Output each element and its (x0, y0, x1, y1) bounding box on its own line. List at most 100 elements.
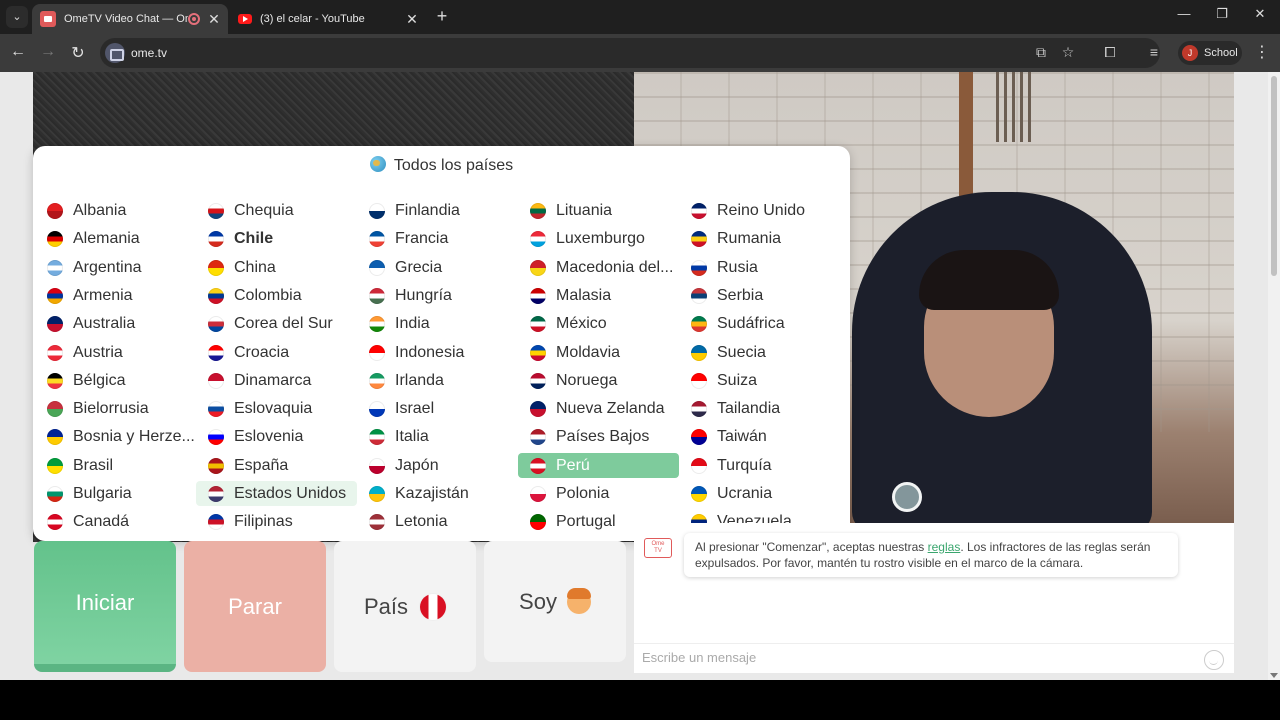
country-option[interactable]: Suecia (679, 340, 840, 365)
country-option[interactable]: Italia (357, 424, 518, 449)
country-option[interactable]: Hungría (357, 283, 518, 308)
country-flag-icon (47, 259, 63, 276)
country-option[interactable]: Chequia (196, 198, 357, 223)
country-option[interactable]: Serbia (679, 283, 840, 308)
bookmark-star-icon[interactable]: ☆ (1059, 44, 1077, 61)
country-option[interactable]: Malasia (518, 283, 679, 308)
country-option[interactable]: Bielorrusia (35, 396, 196, 421)
country-option[interactable]: Tailandia (679, 396, 840, 421)
country-option[interactable]: Ucrania (679, 481, 840, 506)
country-option[interactable]: Chile (196, 226, 357, 251)
country-flag-icon (691, 202, 707, 219)
country-option[interactable]: Albania (35, 198, 196, 223)
country-option[interactable]: Israel (357, 396, 518, 421)
media-controls-icon[interactable]: ≡ (1145, 44, 1163, 60)
country-option[interactable]: Eslovaquia (196, 396, 357, 421)
country-option[interactable]: Bosnia y Herze... (35, 424, 196, 449)
country-option[interactable]: Rusia (679, 255, 840, 280)
country-option[interactable]: Grecia (357, 255, 518, 280)
country-option[interactable]: Australia (35, 311, 196, 336)
country-option[interactable]: Croacia (196, 340, 357, 365)
gender-button[interactable]: Soy (484, 541, 626, 662)
country-option[interactable]: Irlanda (357, 368, 518, 393)
country-option[interactable]: Alemania (35, 226, 196, 251)
country-option[interactable]: Reino Unido (679, 198, 840, 223)
country-option[interactable]: Sudáfrica (679, 311, 840, 336)
country-name: Tailandia (717, 399, 781, 417)
rules-link[interactable]: reglas (928, 540, 961, 554)
extensions-icon[interactable]: ⧠ (1101, 44, 1119, 61)
country-option[interactable]: Francia (357, 226, 518, 251)
country-option[interactable]: Noruega (518, 368, 679, 393)
start-button[interactable]: Iniciar (34, 541, 176, 672)
country-name: Ucrania (717, 484, 773, 502)
boy-emoji-icon (566, 587, 591, 614)
country-option[interactable]: Luxemburgo (518, 226, 679, 251)
minimize-icon[interactable]: — (1174, 6, 1194, 21)
country-option[interactable]: Austria (35, 340, 196, 365)
stop-label: Parar (228, 593, 282, 619)
country-option[interactable]: India (357, 311, 518, 336)
country-option[interactable]: Letonia (357, 509, 518, 534)
country-name: Albania (73, 201, 127, 219)
scroll-down-icon[interactable] (1270, 673, 1278, 678)
country-option[interactable]: Bélgica (35, 368, 196, 393)
close-tab-icon[interactable]: ✕ (406, 11, 418, 28)
country-dropdown-header[interactable]: Todos los países (33, 156, 850, 175)
restore-icon[interactable]: ❐ (1212, 6, 1232, 22)
country-option[interactable]: China (196, 255, 357, 280)
country-button[interactable]: País (334, 541, 476, 672)
camera-indicator-icon (892, 482, 922, 512)
country-option[interactable]: Rumania (679, 226, 840, 251)
country-option[interactable]: Armenia (35, 283, 196, 308)
scrollbar-thumb[interactable] (1271, 76, 1277, 276)
country-option[interactable]: Polonia (518, 481, 679, 506)
country-name: México (556, 314, 607, 332)
country-option[interactable]: Eslovenia (196, 424, 357, 449)
close-window-icon[interactable]: ✕ (1250, 6, 1270, 22)
country-option[interactable]: Canadá (35, 509, 196, 534)
country-option[interactable]: Filipinas (196, 509, 357, 534)
new-tab-icon[interactable]: + (432, 6, 452, 27)
tab-youtube[interactable]: (3) el celar - YouTube ✕ (230, 4, 426, 34)
country-name: Francia (395, 229, 449, 247)
close-tab-icon[interactable]: ✕ (208, 11, 220, 28)
country-option[interactable]: Argentina (35, 255, 196, 280)
country-option[interactable]: Nueva Zelanda (518, 396, 679, 421)
emoji-smiley-icon[interactable] (1204, 650, 1224, 670)
country-option[interactable]: Turquía (679, 453, 840, 478)
country-option[interactable]: Taiwán (679, 424, 840, 449)
country-option[interactable]: Moldavia (518, 340, 679, 365)
message-input[interactable] (642, 650, 1192, 665)
country-option[interactable]: Finlandia (357, 198, 518, 223)
country-option[interactable]: Indonesia (357, 340, 518, 365)
country-option[interactable]: Dinamarca (196, 368, 357, 393)
country-option[interactable]: Corea del Sur (196, 311, 357, 336)
page-scrollbar[interactable] (1268, 72, 1280, 680)
stop-button[interactable]: Parar (184, 541, 326, 672)
back-arrow-icon[interactable]: ← (8, 43, 28, 61)
country-option[interactable]: Colombia (196, 283, 357, 308)
country-name: Kazajistán (395, 484, 469, 502)
reload-icon[interactable]: ↻ (68, 43, 88, 63)
country-option[interactable]: Perú (518, 453, 679, 478)
install-app-icon[interactable]: ⧉ (1032, 44, 1050, 61)
country-option[interactable]: Japón (357, 453, 518, 478)
country-option[interactable]: Países Bajos (518, 424, 679, 449)
tab-ometv[interactable]: OmeTV Video Chat — Ome ✕ (32, 4, 228, 34)
country-option[interactable]: Kazajistán (357, 481, 518, 506)
country-option[interactable]: Lituania (518, 198, 679, 223)
tab-search-chevron-icon[interactable]: ⌄ (6, 6, 28, 28)
country-option[interactable]: México (518, 311, 679, 336)
site-info-icon[interactable] (105, 43, 125, 63)
country-option[interactable]: Estados Unidos (196, 481, 357, 506)
address-bar[interactable]: ome.tv (100, 38, 1160, 68)
profile-button[interactable]: J School (1178, 41, 1242, 65)
country-option[interactable]: Suiza (679, 368, 840, 393)
country-option[interactable]: Macedonia del... (518, 255, 679, 280)
country-option[interactable]: Bulgaria (35, 481, 196, 506)
country-option[interactable]: España (196, 453, 357, 478)
browser-menu-icon[interactable]: ⋮ (1254, 42, 1270, 62)
country-option[interactable]: Brasil (35, 453, 196, 478)
forward-arrow-icon[interactable]: → (38, 43, 58, 61)
